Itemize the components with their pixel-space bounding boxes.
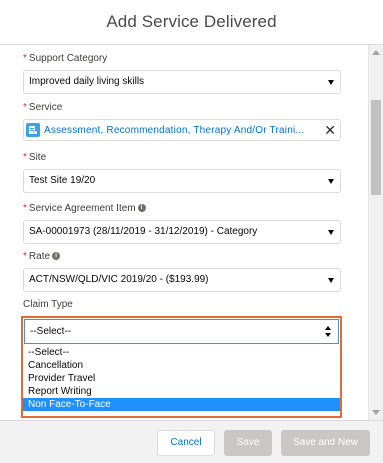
- rate-value: ACT/NSW/QLD/VIC 2019/20 - ($193.99): [29, 274, 209, 285]
- support-category-label: Support Category: [28, 53, 108, 64]
- required-marker: *: [23, 102, 27, 113]
- claim-type-label: Claim Type: [23, 299, 73, 310]
- rate-label: Rate: [28, 251, 51, 262]
- modal-footer: Cancel Save Save and New: [0, 420, 383, 463]
- site-select[interactable]: Test Site 19/20: [23, 169, 341, 193]
- support-category-value: Improved daily living skills: [29, 76, 145, 87]
- site-field: * Site Test Site 19/20: [23, 151, 341, 193]
- scroll-up-icon[interactable]: [372, 50, 380, 55]
- service-lookup-pill[interactable]: Assessment, Recommendation, Therapy And/…: [23, 119, 341, 141]
- rate-field: * Rate i ACT/NSW/QLD/VIC 2019/20 - ($193.9…: [23, 250, 341, 292]
- claim-type-option[interactable]: --Select--: [23, 346, 340, 359]
- sort-arrows-icon: [325, 326, 332, 338]
- support-category-select[interactable]: Improved daily living skills: [23, 70, 341, 94]
- claim-type-highlight: --Select-- --Select-- Cancellation Provi…: [21, 316, 342, 418]
- scroll-thumb[interactable]: [371, 100, 381, 195]
- caret-down-icon: [328, 278, 334, 283]
- required-marker: *: [23, 203, 27, 214]
- site-label: Site: [28, 152, 47, 163]
- service-value: Assessment, Recommendation, Therapy And/…: [44, 124, 305, 136]
- required-marker: *: [23, 152, 27, 163]
- claim-type-field: Claim Type: [23, 298, 341, 312]
- claim-type-value: --Select--: [30, 326, 72, 337]
- rate-select[interactable]: ACT/NSW/QLD/VIC 2019/20 - ($193.99): [23, 268, 341, 292]
- support-category-field: * Support Category Improved daily living …: [23, 52, 341, 94]
- caret-down-icon: [328, 80, 334, 85]
- service-agreement-item-value: SA-00001973 (28/11/2019 - 31/12/2019) - …: [29, 226, 258, 237]
- scroll-down-icon[interactable]: [372, 410, 380, 415]
- site-value: Test Site 19/20: [29, 175, 96, 186]
- caret-down-icon: [328, 179, 334, 184]
- info-icon[interactable]: i: [52, 252, 61, 261]
- claim-type-select[interactable]: --Select--: [24, 319, 339, 344]
- modal-header: Add Service Delivered: [0, 0, 383, 45]
- service-label: Service: [28, 102, 63, 113]
- service-field: * Service Assessment, Recommendation, The…: [23, 101, 341, 141]
- required-marker: *: [23, 251, 27, 262]
- save-and-new-button[interactable]: Save and New: [281, 430, 370, 456]
- close-icon[interactable]: ✕: [324, 122, 336, 138]
- service-agreement-item-label: Service Agreement Item: [28, 203, 136, 214]
- claim-type-option-selected[interactable]: Non Face-To-Face: [23, 398, 340, 411]
- modal-body: * Support Category Improved daily living …: [0, 45, 383, 420]
- cancel-button[interactable]: Cancel: [157, 430, 215, 456]
- required-marker: *: [23, 53, 27, 64]
- caret-down-icon: [328, 230, 334, 235]
- claim-type-option[interactable]: Report Writing: [23, 385, 340, 398]
- save-button[interactable]: Save: [224, 430, 272, 456]
- scrollbar[interactable]: [368, 45, 383, 420]
- modal-title: Add Service Delivered: [106, 12, 277, 31]
- claim-type-options: --Select-- Cancellation Provider Travel …: [23, 346, 340, 411]
- claim-type-option[interactable]: Cancellation: [23, 359, 340, 372]
- service-agreement-item-field: * Service Agreement Item i SA-00001973 (28…: [23, 202, 341, 244]
- info-icon[interactable]: i: [137, 204, 146, 213]
- service-agreement-item-select[interactable]: SA-00001973 (28/11/2019 - 31/12/2019) - …: [23, 220, 341, 244]
- claim-type-option[interactable]: Provider Travel: [23, 372, 340, 385]
- service-record-icon: [26, 123, 40, 137]
